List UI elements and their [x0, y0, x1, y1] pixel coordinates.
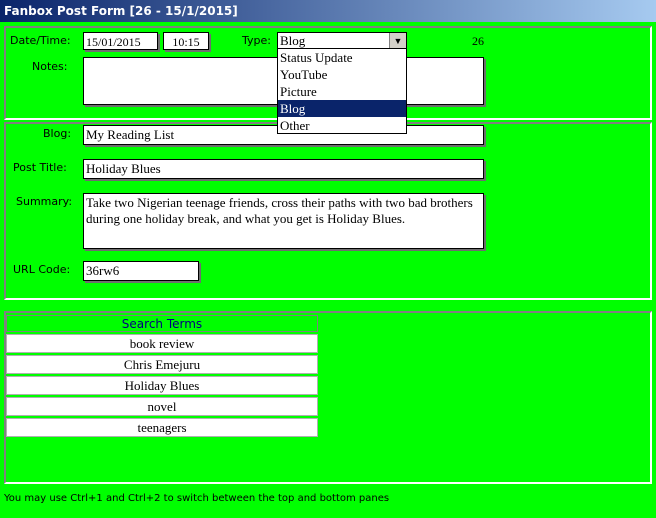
- blog-label: Blog:: [43, 127, 72, 140]
- search-term-row[interactable]: Chris Emejuru: [6, 355, 318, 374]
- type-select-value: Blog: [280, 33, 306, 48]
- record-number: 26: [472, 34, 484, 48]
- summary-field[interactable]: Take two Nigerian teenage friends, cross…: [83, 193, 484, 249]
- notes-label: Notes:: [32, 60, 68, 73]
- type-option-status-update[interactable]: Status Update: [278, 49, 406, 66]
- chevron-down-icon[interactable]: ▼: [389, 33, 406, 49]
- type-option-youtube[interactable]: YouTube: [278, 66, 406, 83]
- status-hint: You may use Ctrl+1 and Ctrl+2 to switch …: [4, 493, 390, 504]
- post-title-label: Post Title:: [13, 161, 67, 174]
- type-option-picture[interactable]: Picture: [278, 83, 406, 100]
- time-field[interactable]: 10:15: [163, 32, 209, 50]
- type-option-blog[interactable]: Blog: [278, 100, 406, 117]
- date-time-label: Date/Time:: [10, 34, 71, 47]
- search-terms-grid: Search Terms book review Chris Emejuru H…: [6, 315, 318, 437]
- type-label: Type:: [242, 34, 271, 47]
- window-title: Fanbox Post Form [26 - 15/1/2015]: [0, 0, 656, 22]
- type-dropdown-list[interactable]: Status Update YouTube Picture Blog Other: [277, 48, 407, 134]
- search-terms-header: Search Terms: [6, 315, 318, 332]
- summary-label: Summary:: [16, 195, 73, 208]
- search-term-row[interactable]: novel: [6, 397, 318, 416]
- url-code-field[interactable]: 36rw6: [83, 261, 199, 281]
- date-field[interactable]: 15/01/2015: [83, 32, 158, 50]
- search-term-row[interactable]: teenagers: [6, 418, 318, 437]
- url-code-label: URL Code:: [13, 263, 71, 276]
- post-title-field[interactable]: Holiday Blues: [83, 159, 484, 179]
- type-option-other[interactable]: Other: [278, 117, 406, 134]
- search-term-row[interactable]: Holiday Blues: [6, 376, 318, 395]
- search-term-row[interactable]: book review: [6, 334, 318, 353]
